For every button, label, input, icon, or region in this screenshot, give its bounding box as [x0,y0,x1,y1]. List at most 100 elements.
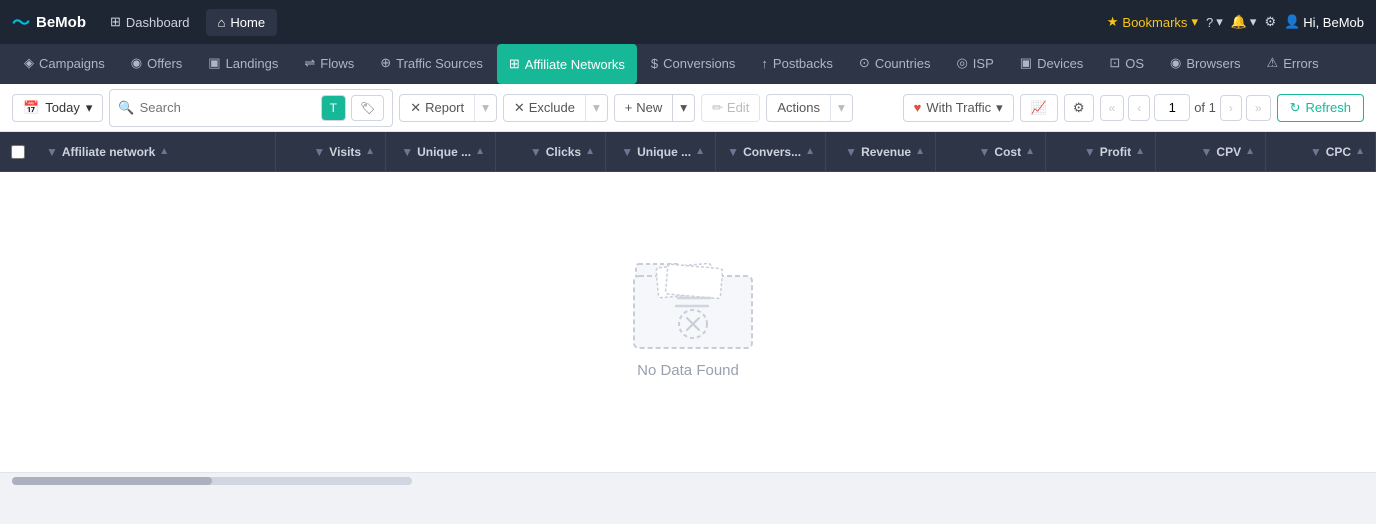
col-visits[interactable]: ▼ Visits ▲ [276,132,386,171]
chevron-icon: ▾ [1216,14,1223,30]
sub-navigation: ◈ Campaigns ◉ Offers ▣ Landings ⇌ Flows … [0,44,1376,84]
campaigns-nav[interactable]: ◈ Campaigns [12,44,117,84]
question-icon: ? [1206,15,1213,30]
new-dropdown-btn[interactable]: ▾ [672,95,694,121]
filter-tag-btn[interactable]: 🏷 [351,95,384,121]
exclude-btn-group: ✕ Exclude ▾ [503,94,608,122]
actions-dropdown-btn[interactable]: ▾ [830,95,852,121]
col-clicks[interactable]: ▼ Clicks ▲ [496,132,606,171]
sort-icon: ▲ [475,146,485,157]
toolbar: 📅 Today ▾ 🔍 T 🏷 ✕ Report ▾ ✕ Exclude ▾ +… [0,84,1376,132]
search-input[interactable] [140,100,316,115]
tag-filter-btn[interactable]: T [321,95,346,121]
isp-icon: ◎ [956,55,967,71]
table-body: No Data Found [0,172,1376,472]
col-profit[interactable]: ▼ Profit ▲ [1046,132,1156,171]
page-of-label: of 1 [1194,100,1216,115]
with-traffic-btn[interactable]: ♥ With Traffic ▾ [903,94,1014,122]
campaigns-icon: ◈ [24,55,34,71]
sort-icon: ▲ [1245,146,1255,157]
no-data-text: No Data Found [637,362,739,379]
affiliate-icon: ⊞ [509,56,520,72]
refresh-btn[interactable]: ↻ Refresh [1277,94,1364,122]
filter-icon: ▼ [401,145,413,159]
chevron-down-icon: ▾ [996,100,1003,116]
col-unique2[interactable]: ▼ Unique ... ▲ [606,132,716,171]
scrollbar-thumb[interactable] [12,477,212,485]
postbacks-nav[interactable]: ↑ Postbacks [749,44,844,84]
exclude-btn[interactable]: ✕ Exclude [504,95,585,121]
sort-icon: ▲ [159,146,169,157]
new-btn-group: + New ▾ [614,94,695,122]
countries-nav[interactable]: ⊙ Countries [847,44,943,84]
sort-icon: ▲ [1135,146,1145,157]
select-all-checkbox[interactable] [0,145,36,159]
col-cpc[interactable]: ▼ CPC ▲ [1266,132,1376,171]
landings-icon: ▣ [208,55,220,71]
bookmarks-btn[interactable]: ★ Bookmarks ▾ [1107,14,1198,30]
affiliate-networks-nav[interactable]: ⊞ Affiliate Networks [497,44,637,84]
offers-nav[interactable]: ◉ Offers [119,44,195,84]
conversions-nav[interactable]: $ Conversions [639,44,748,84]
table-header: ▼ Affiliate network ▲ ▼ Visits ▲ ▼ Uniqu… [0,132,1376,172]
table-settings-btn[interactable]: ⚙ [1064,94,1094,122]
sort-icon: ▲ [695,146,705,157]
traffic-icon: ⊕ [380,55,391,71]
browsers-nav[interactable]: ◉ Browsers [1158,44,1253,84]
conversions-icon: $ [651,56,658,71]
heart-icon: ♥ [914,100,922,115]
devices-icon: ▣ [1020,55,1032,71]
report-btn[interactable]: ✕ Report [400,95,474,121]
prev-page-btn[interactable]: ‹ [1128,95,1150,121]
calendar-icon: 📅 [23,100,39,116]
report-btn-group: ✕ Report ▾ [399,94,497,122]
help-btn[interactable]: ? ▾ [1206,14,1223,30]
date-picker[interactable]: 📅 Today ▾ [12,94,103,122]
errors-nav[interactable]: ⚠ Errors [1255,44,1331,84]
filter-icon: ▼ [1310,145,1322,159]
chevron-down-icon: ▾ [1191,14,1198,30]
page-number-input[interactable] [1154,94,1190,121]
last-page-btn[interactable]: » [1246,95,1271,121]
sort-icon: ▲ [585,146,595,157]
col-cpv[interactable]: ▼ CPV ▲ [1156,132,1266,171]
filter-icon: ▼ [727,145,739,159]
exclude-icon: ✕ [514,100,525,116]
report-dropdown-btn[interactable]: ▾ [474,95,496,121]
empty-state-icon [628,246,748,346]
devices-nav[interactable]: ▣ Devices [1008,44,1096,84]
new-btn[interactable]: + New [615,95,673,120]
chart-btn[interactable]: 📈 [1020,94,1058,122]
filter-icon: ▼ [845,145,857,159]
exclude-dropdown-btn[interactable]: ▾ [585,95,607,121]
user-icon: 👤 [1284,14,1300,30]
col-cost[interactable]: ▼ Cost ▲ [936,132,1046,171]
plus-icon: + [625,100,633,115]
actions-btn[interactable]: Actions [767,95,830,120]
col-affiliate-network[interactable]: ▼ Affiliate network ▲ [36,132,276,171]
flows-nav[interactable]: ⇌ Flows [292,44,366,84]
isp-nav[interactable]: ◎ ISP [944,44,1005,84]
os-nav[interactable]: ⊡ OS [1097,44,1156,84]
home-nav-btn[interactable]: ⌂ Home [206,9,278,36]
offers-icon: ◉ [131,55,142,71]
user-menu[interactable]: 👤 Hi, BeMob [1284,14,1364,30]
edit-btn[interactable]: ✏ Edit [701,94,760,122]
next-page-btn[interactable]: › [1220,95,1242,121]
col-revenue[interactable]: ▼ Revenue ▲ [826,132,936,171]
sort-icon: ▲ [365,146,375,157]
col-unique1[interactable]: ▼ Unique ... ▲ [386,132,496,171]
filter-icon: ▼ [530,145,542,159]
dashboard-nav-btn[interactable]: ⊞ Dashboard [98,8,202,36]
filter-icon: ▼ [46,145,58,159]
landings-nav[interactable]: ▣ Landings [196,44,290,84]
col-conversions[interactable]: ▼ Convers... ▲ [716,132,826,171]
gear-icon: ⚙ [1264,14,1276,30]
top-navigation: 〜 BeMob ⊞ Dashboard ⌂ Home ★ Bookmarks ▾… [0,0,1376,44]
notifications-btn[interactable]: 🔔 ▾ [1231,14,1257,30]
first-page-btn[interactable]: « [1100,95,1125,121]
scrollbar-area[interactable] [0,472,1376,488]
traffic-sources-nav[interactable]: ⊕ Traffic Sources [368,44,495,84]
settings-btn[interactable]: ⚙ [1264,14,1276,30]
scrollbar-track [12,477,412,485]
